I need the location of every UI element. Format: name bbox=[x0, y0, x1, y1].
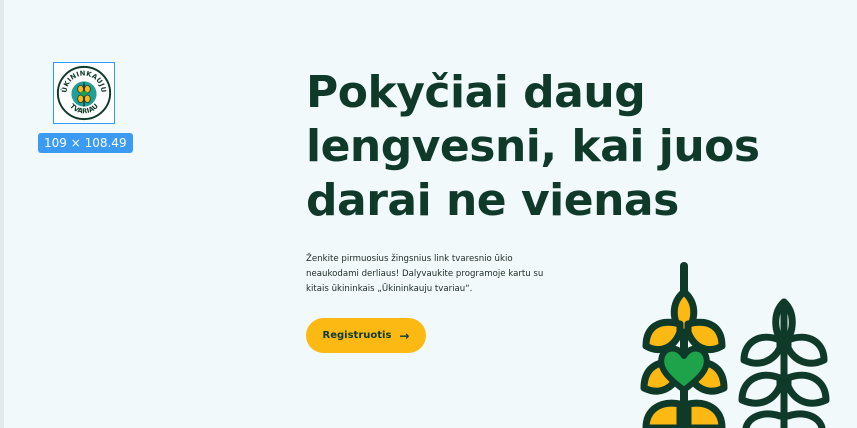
description-line-2: neaukodami derliaus! Dalyvaukite program… bbox=[306, 269, 544, 279]
register-button-label: Registruotis bbox=[322, 330, 392, 341]
hero-description: Ženkite pirmuosius žingsnius link tvares… bbox=[306, 252, 566, 297]
wheat-outline-icon bbox=[738, 298, 830, 428]
wheat-illustration bbox=[640, 262, 830, 428]
description-line-1: Ženkite pirmuosius žingsnius link tvares… bbox=[306, 254, 513, 264]
headline-line-1: Pokyčiai daug bbox=[306, 67, 646, 118]
wheat-heart-icon bbox=[640, 262, 728, 428]
headline-line-2: lengvesni, kai juos bbox=[306, 121, 760, 172]
logo-selection-frame[interactable]: ŪKININKAUJU TVARIAU bbox=[53, 62, 115, 124]
page-title: Pokyčiai daug lengvesni, kai juos darai … bbox=[306, 66, 826, 228]
headline-line-3: darai ne vienas bbox=[306, 175, 679, 226]
arrow-right-icon: → bbox=[399, 328, 410, 343]
description-line-3: kitais ūkininkais „Ūkininkauju tvariau“. bbox=[306, 284, 473, 294]
dimension-badge: 109 × 108.49 bbox=[38, 133, 133, 153]
page-left-edge bbox=[0, 0, 4, 428]
ukininkauju-tvariau-logo: ŪKININKAUJU TVARIAU bbox=[56, 65, 112, 121]
register-button[interactable]: Registruotis → bbox=[306, 318, 426, 353]
